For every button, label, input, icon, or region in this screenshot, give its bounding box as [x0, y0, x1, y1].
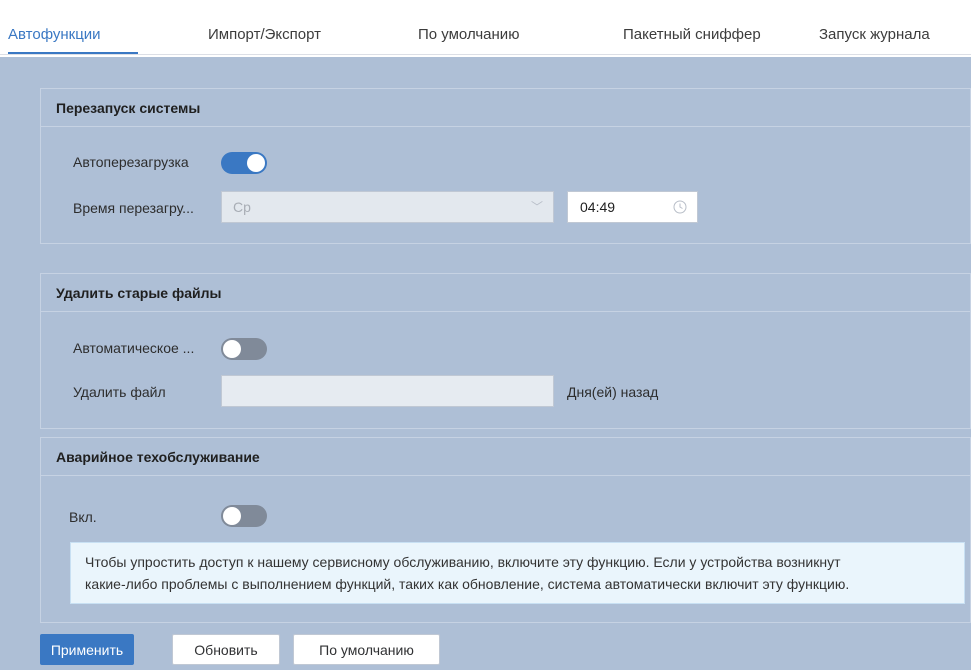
delete-old-files-title: Удалить старые файлы [41, 274, 970, 312]
toggle-knob [223, 507, 241, 525]
system-restart-title: Перезапуск системы [41, 89, 970, 127]
days-ago-suffix: Дня(ей) назад [567, 384, 659, 400]
reboot-day-value: Ср [233, 199, 251, 215]
reboot-time-label: Время перезагру... [73, 200, 194, 216]
toggle-knob [223, 340, 241, 358]
tab-auto-functions[interactable]: Автофункции [8, 26, 101, 43]
emergency-on-label: Вкл. [69, 509, 97, 525]
delete-old-files-panel: Удалить старые файлы Автоматическое ... … [40, 273, 971, 429]
apply-button[interactable]: Применить [40, 634, 134, 665]
tab-divider [0, 54, 971, 55]
default-button[interactable]: По умолчанию [293, 634, 440, 665]
refresh-button[interactable]: Обновить [172, 634, 280, 665]
delete-file-label: Удалить файл [73, 384, 166, 400]
emergency-maintenance-panel: Аварийное техобслуживание Вкл. Чтобы упр… [40, 437, 971, 623]
delete-days-input[interactable] [221, 375, 554, 407]
system-restart-panel: Перезапуск системы Автоперезагрузка Врем… [40, 88, 971, 244]
notice-line-2: какие-либо проблемы с выполнением функци… [85, 576, 850, 592]
reboot-day-select[interactable]: Ср ﹀ [221, 191, 554, 223]
tab-bar: Автофункции Импорт/Экспорт По умолчанию … [0, 0, 971, 57]
content-area: Перезапуск системы Автоперезагрузка Врем… [0, 57, 971, 670]
emergency-toggle[interactable] [221, 505, 267, 527]
auto-reboot-label: Автоперезагрузка [73, 154, 189, 170]
tab-packet-sniffer[interactable]: Пакетный сниффер [623, 26, 761, 43]
auto-delete-toggle[interactable] [221, 338, 267, 360]
toggle-knob [247, 154, 265, 172]
tab-import-export[interactable]: Импорт/Экспорт [208, 26, 321, 43]
tab-defaults[interactable]: По умолчанию [418, 26, 519, 43]
emergency-maintenance-title: Аварийное техобслуживание [41, 438, 970, 476]
reboot-time-input[interactable]: 04:49 [567, 191, 698, 223]
auto-reboot-toggle[interactable] [221, 152, 267, 174]
tab-log-start[interactable]: Запуск журнала [819, 26, 930, 43]
chevron-down-icon: ﹀ [530, 200, 543, 214]
notice-line-1: Чтобы упростить доступ к нашему сервисно… [85, 554, 841, 570]
auto-delete-label: Автоматическое ... [73, 340, 195, 356]
reboot-time-value: 04:49 [580, 199, 616, 215]
clock-icon [673, 200, 687, 214]
emergency-notice: Чтобы упростить доступ к нашему сервисно… [70, 542, 965, 604]
